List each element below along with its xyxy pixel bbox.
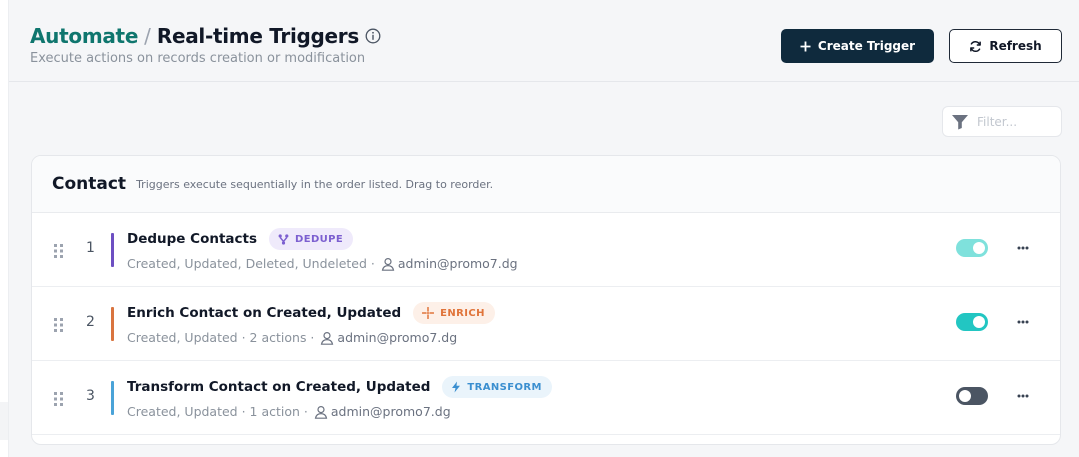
create-trigger-button[interactable]: Create Trigger — [781, 29, 934, 63]
trigger-meta: Created, Updated, Deleted, Undeleted · a… — [127, 256, 518, 271]
trigger-type-badge: DEDUPE — [269, 228, 354, 250]
trigger-events: Created, Updated, Deleted, Undeleted · — [127, 256, 375, 271]
plus-icon — [800, 41, 811, 52]
trigger-enabled-toggle[interactable] — [956, 313, 988, 331]
page-title: Real-time Triggers — [156, 24, 359, 48]
trigger-row[interactable]: 1 Dedupe Contacts DEDUPE Created, Update… — [32, 213, 1060, 287]
more-options-icon[interactable] — [1015, 239, 1031, 257]
trigger-name[interactable]: Enrich Contact on Created, Updated — [127, 305, 401, 321]
breadcrumb-separator: / — [144, 24, 151, 48]
user-icon — [320, 331, 334, 345]
trigger-events: Created, Updated · 2 actions · — [127, 330, 315, 345]
breadcrumb-automate-link[interactable]: Automate — [30, 24, 138, 48]
triggers-page: Automate / Real-time Triggers Execute ac… — [8, 0, 1079, 457]
trigger-accent-bar — [111, 307, 114, 341]
user-icon — [381, 257, 395, 271]
trigger-row[interactable]: 2 Enrich Contact on Created, Updated ENR… — [32, 287, 1060, 361]
badge-label: DEDUPE — [295, 233, 344, 245]
trigger-type-badge: ENRICH — [413, 302, 495, 324]
page-subtitle: Execute actions on records creation or m… — [30, 51, 366, 66]
drag-handle-icon[interactable] — [54, 243, 64, 258]
filter-box[interactable] — [942, 106, 1062, 137]
section-header: Contact Triggers execute sequentially in… — [32, 156, 1060, 213]
trigger-title-line: Transform Contact on Created, Updated TR… — [127, 376, 552, 398]
bolt-icon — [451, 381, 461, 393]
page-header: Automate / Real-time Triggers Execute ac… — [9, 0, 1079, 82]
more-options-icon[interactable] — [1015, 313, 1031, 331]
filter-input[interactable] — [977, 114, 1057, 129]
user-icon — [314, 405, 328, 419]
trigger-meta: Created, Updated · 1 action · admin@prom… — [127, 404, 451, 419]
trigger-order: 1 — [86, 240, 95, 256]
breadcrumb: Automate / Real-time Triggers — [30, 24, 381, 48]
trigger-events: Created, Updated · 1 action · — [127, 404, 308, 419]
drag-handle-icon[interactable] — [54, 391, 64, 406]
trigger-row[interactable]: 3 Transform Contact on Created, Updated … — [32, 361, 1060, 435]
more-options-icon[interactable] — [1015, 387, 1031, 405]
badge-label: TRANSFORM — [467, 381, 542, 393]
trigger-title-line: Enrich Contact on Created, Updated ENRIC… — [127, 302, 495, 324]
info-icon[interactable] — [365, 28, 381, 44]
refresh-label: Refresh — [989, 39, 1042, 53]
trigger-type-badge: TRANSFORM — [442, 376, 552, 398]
trigger-title-line: Dedupe Contacts DEDUPE — [127, 228, 354, 250]
toggle-knob — [973, 242, 985, 254]
trigger-owner: admin@promo7.dg — [397, 256, 518, 271]
refresh-button[interactable]: Refresh — [949, 29, 1062, 63]
trigger-name[interactable]: Transform Contact on Created, Updated — [127, 379, 430, 395]
left-panel-edge — [0, 402, 8, 440]
section-hint: Triggers execute sequentially in the ord… — [136, 177, 494, 191]
toggle-knob — [973, 316, 985, 328]
trigger-name[interactable]: Dedupe Contacts — [127, 231, 257, 247]
trigger-accent-bar — [111, 381, 114, 415]
badge-label: ENRICH — [440, 307, 485, 319]
toggle-knob — [959, 390, 971, 402]
section-title: Contact — [52, 174, 127, 194]
trigger-enabled-toggle[interactable] — [956, 239, 988, 257]
trigger-meta: Created, Updated · 2 actions · admin@pro… — [127, 330, 457, 345]
sparkle-icon — [422, 307, 435, 319]
create-trigger-label: Create Trigger — [817, 39, 916, 53]
refresh-icon — [969, 40, 982, 53]
drag-handle-icon[interactable] — [54, 317, 64, 332]
trigger-owner: admin@promo7.dg — [330, 404, 451, 419]
trigger-accent-bar — [111, 233, 114, 267]
merge-icon — [278, 233, 289, 245]
trigger-enabled-toggle[interactable] — [956, 387, 988, 405]
trigger-order: 3 — [86, 388, 95, 404]
trigger-order: 2 — [86, 314, 95, 330]
contact-triggers-card: Contact Triggers execute sequentially in… — [31, 155, 1061, 445]
filter-icon — [951, 114, 969, 130]
trigger-owner: admin@promo7.dg — [337, 330, 458, 345]
